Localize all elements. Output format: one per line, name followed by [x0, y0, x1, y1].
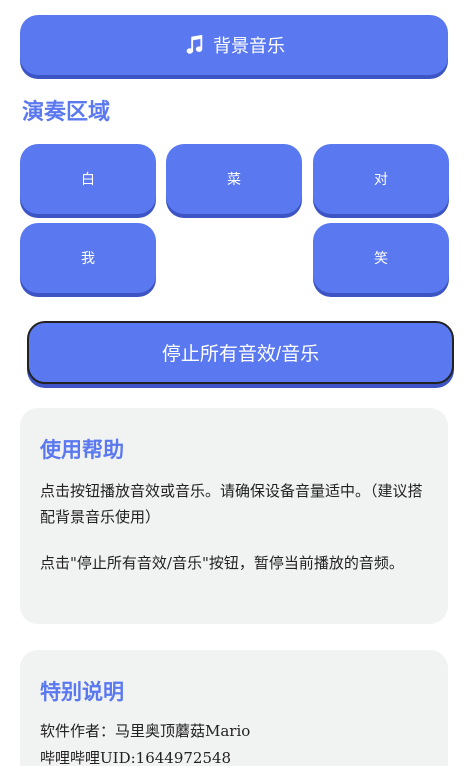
- pad-button-1[interactable]: 白: [20, 144, 156, 214]
- music-note-icon: [183, 34, 205, 56]
- pad-button-2[interactable]: 菜: [166, 144, 302, 214]
- stop-all-button[interactable]: 停止所有音效/音乐: [27, 321, 454, 384]
- background-music-label: 背景音乐: [213, 36, 285, 57]
- help-paragraph-2: 点击"停止所有音效/音乐"按钮，暂停当前播放的音频。: [40, 554, 404, 572]
- pad-label: 白: [81, 172, 95, 188]
- pad-label: 对: [374, 172, 388, 188]
- stop-all-label: 停止所有音效/音乐: [161, 344, 320, 365]
- help-title: 使用帮助: [40, 437, 124, 462]
- pad-button-3[interactable]: 对: [313, 144, 449, 214]
- help-card: 使用帮助 点击按钮播放音效或音乐。请确保设备音量适中。（建议搭配背景音乐使用） …: [20, 408, 448, 624]
- pad-label: 我: [81, 251, 95, 267]
- pad-button-5[interactable]: 笑: [313, 223, 449, 293]
- pad-button-4[interactable]: 我: [20, 223, 156, 293]
- help-paragraph-1: 点击按钮播放音效或音乐。请确保设备音量适中。（建议搭配背景音乐使用）: [40, 482, 423, 526]
- note-card: 特别说明 软件作者：马里奥顶蘑菇Mario 哔哩哔哩UID:1644972548: [20, 650, 448, 766]
- author-text: 软件作者：马里奥顶蘑菇Mario: [40, 722, 251, 740]
- uid-text: 哔哩哔哩UID:1644972548: [40, 749, 232, 766]
- pad-label: 笑: [374, 251, 388, 267]
- pad-label: 菜: [227, 172, 241, 188]
- play-section-title: 演奏区域: [22, 99, 111, 125]
- background-music-button[interactable]: 背景音乐: [20, 15, 448, 75]
- note-title: 特别说明: [40, 679, 124, 704]
- app-page: 背景音乐 演奏区域 白 菜 对 我 笑 停止所有音效/音乐 使用帮助 点击按钮播…: [0, 0, 466, 766]
